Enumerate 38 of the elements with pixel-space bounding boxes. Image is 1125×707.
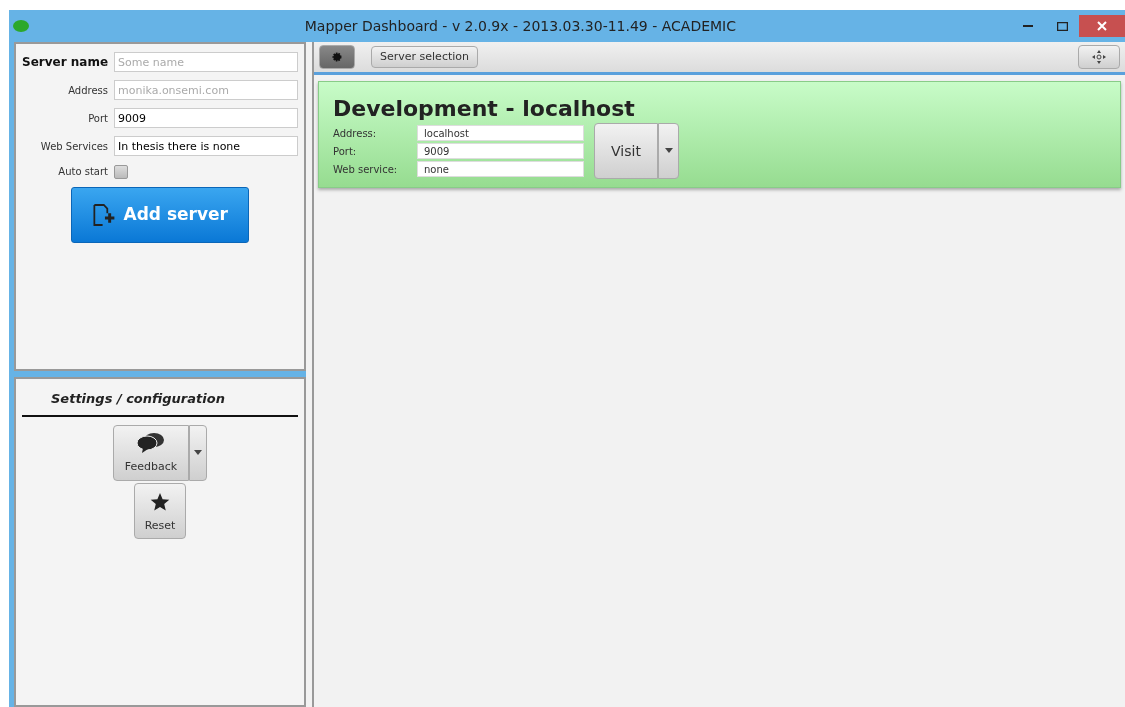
feedback-button[interactable]: Feedback [113,424,189,481]
card-title: Development - localhost [333,98,636,120]
reset-button[interactable]: Reset [134,483,186,540]
close-button[interactable] [1079,15,1125,37]
settings-button[interactable] [319,45,355,69]
input-field[interactable]: none [417,161,584,177]
input-field[interactable]: In thesis there is none [114,136,298,156]
app-logo-icon [11,19,30,33]
dropdown-button[interactable] [658,123,679,179]
field-label: Address: [333,126,378,141]
checkbox[interactable] [114,164,128,179]
window-title: Mapper Dashboard - v 2.0.9x - 2013.03.30-11.49 - ACADEMIC [303,16,737,36]
maximize-icon [1056,21,1068,31]
move-button[interactable] [1078,45,1120,69]
tab[interactable]: Server selection [371,46,478,68]
field-label: Web service: [333,162,399,177]
speech-bubbles-icon [137,431,165,454]
field-label: Server name [22,53,109,71]
visit-button[interactable]: Visit [594,123,658,179]
input-field[interactable]: 9009 [417,143,584,159]
section-title: Settings / configuration [22,389,298,417]
gear-icon [332,51,342,62]
field-label: Address [67,83,108,98]
minimize-icon [1023,24,1033,28]
checkbox-label: Auto start [57,165,108,179]
input-field[interactable]: 9009 [114,108,298,128]
field-label: Port [87,111,108,126]
input-field[interactable]: localhost [417,125,584,141]
move-arrows-icon [1092,49,1106,64]
caret-icon [194,449,202,455]
star-icon [150,492,170,513]
input-field[interactable]: monika.onsemi.com [114,80,298,100]
field-label: Port: [333,144,358,159]
dropdown-button[interactable] [189,424,207,481]
field-label: Web Services [39,139,108,154]
caret-icon [664,148,673,154]
close-icon [1097,21,1107,31]
input-field[interactable]: Some name [114,52,298,72]
